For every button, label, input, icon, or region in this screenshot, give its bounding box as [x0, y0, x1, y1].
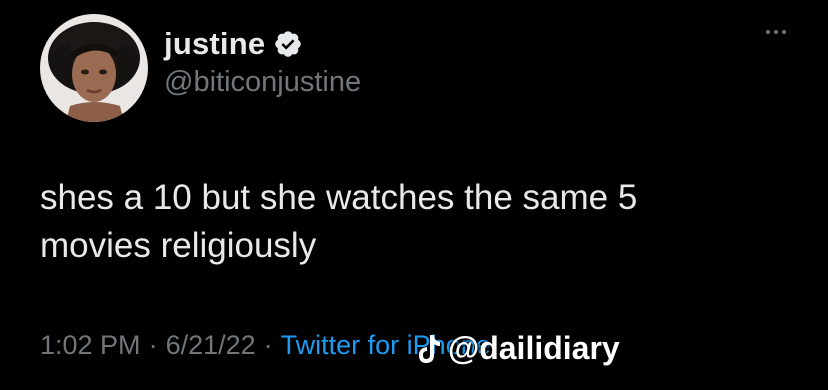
display-name[interactable]: justine: [164, 26, 265, 62]
tweet-header: justine @biticonjustine: [164, 24, 361, 99]
watermark-text: @dailidiary: [448, 330, 620, 366]
tweet-date[interactable]: 6/21/22: [166, 330, 256, 361]
tweet-text: shes a 10 but she watches the same 5 mov…: [40, 178, 638, 265]
profile-photo-icon: [40, 14, 148, 122]
name-row: justine: [164, 24, 361, 64]
more-options-icon[interactable]: [766, 30, 786, 34]
avatar[interactable]: [40, 14, 148, 122]
meta-separator: ·: [263, 330, 273, 360]
tweet-time[interactable]: 1:02 PM: [40, 330, 141, 361]
watermark: @dailidiary: [416, 330, 620, 367]
tweet-card: justine @biticonjustine shes a 10 but sh…: [0, 0, 828, 390]
tiktok-icon: [419, 334, 440, 363]
user-handle[interactable]: @biticonjustine: [164, 66, 361, 99]
verified-badge-icon: [275, 31, 302, 57]
meta-separator: ·: [148, 330, 158, 360]
